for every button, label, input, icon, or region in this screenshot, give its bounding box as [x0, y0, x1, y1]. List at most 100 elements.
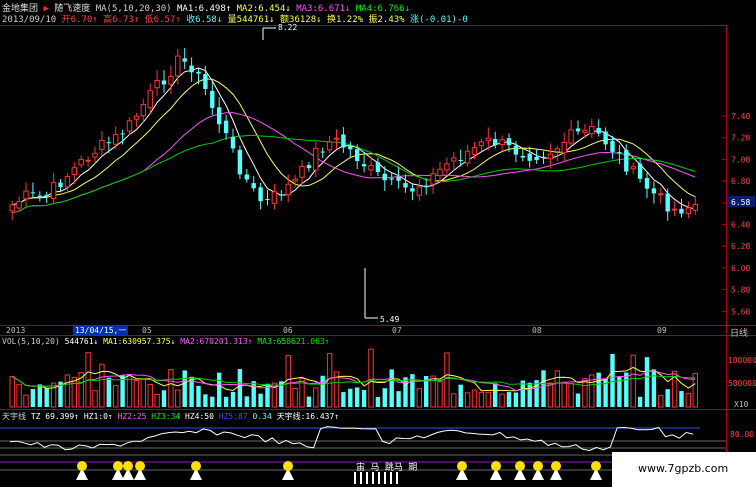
volume-bar [154, 393, 160, 408]
candle-body [258, 187, 263, 202]
candle-body [665, 193, 670, 212]
volume-bar [410, 374, 415, 407]
candle-body [78, 159, 84, 166]
candle-body [671, 208, 678, 211]
candle-body [333, 137, 340, 140]
volume-bar [106, 377, 111, 407]
candle-body [223, 120, 229, 133]
indicator-axis: 80.00 [730, 430, 755, 439]
candle-body [23, 190, 29, 200]
candle-body [50, 182, 57, 200]
candle-body [637, 163, 643, 179]
candle-body [85, 159, 91, 162]
candle-body [375, 162, 381, 172]
volume-bar [244, 396, 249, 407]
volume-bar [382, 388, 387, 407]
signal-bubble [591, 461, 601, 471]
price-axis-label: 7.20 [731, 134, 750, 143]
candle-body [99, 139, 105, 150]
candle-body [133, 115, 140, 120]
volume-bar [133, 379, 140, 408]
volume-bar [499, 393, 505, 408]
volume-bar [44, 388, 49, 407]
current-price-tag: 6.58 [727, 196, 755, 207]
volume-bar [506, 392, 512, 407]
volume-header: VOL(5,10,20) 544761↓ MA1:630957.375↓ MA2… [2, 337, 330, 346]
candle-body [464, 150, 471, 164]
candle-body [320, 151, 325, 153]
candle-body [341, 134, 346, 148]
candle-body [610, 140, 615, 152]
candle-body [175, 55, 181, 77]
watermark-text: www.7gpzb.com [638, 462, 729, 475]
selected-date[interactable]: 13/04/15,一 [73, 326, 129, 335]
volume-bar [547, 382, 554, 408]
candle-body [230, 136, 236, 149]
candle-body [389, 178, 394, 180]
volume-bar [464, 392, 471, 408]
volume-bar [182, 370, 187, 407]
signal-bar [378, 472, 380, 484]
volume-bar [92, 390, 98, 408]
volume-bar [306, 396, 312, 407]
candle-body [251, 183, 256, 189]
candle-body [306, 165, 312, 169]
candle-body [596, 127, 601, 134]
volume-bar [513, 392, 519, 407]
candle-body [644, 178, 650, 189]
timeline-bar[interactable]: 2013 13/04/15,一 05 06 07 08 09 [0, 326, 726, 335]
volume-bar [16, 383, 22, 408]
indicator-hz4: HZ4:50 [185, 412, 214, 421]
volume-bar [582, 378, 588, 408]
signal-bubble [283, 461, 293, 471]
indicator-header: 天宇线 TZ 69.399↑ HZ1:0↑ HZ2:25 HZ3:34 HZ4:… [2, 411, 339, 422]
candle-body [120, 133, 125, 135]
volume-bar [203, 394, 208, 407]
candle-body [471, 147, 478, 155]
volume-bar [637, 396, 643, 407]
volume-bar [140, 378, 147, 408]
volume-bar [237, 369, 243, 407]
candle-body [444, 163, 450, 171]
candle-body [582, 129, 588, 133]
volume-axis-high: 100000 [728, 356, 756, 365]
volume-bar [554, 370, 560, 408]
volume-bar [30, 389, 36, 407]
candle-body [685, 207, 692, 215]
volume-bar [665, 389, 670, 407]
candle-body [403, 183, 408, 188]
candle-body [520, 155, 525, 158]
candle-body [265, 198, 270, 200]
candle-body [554, 148, 560, 152]
volume-bar [471, 389, 478, 408]
candle-body [9, 204, 15, 212]
candle-body [313, 147, 319, 171]
candles [9, 48, 698, 221]
signal-bar [372, 472, 374, 484]
candle-body [658, 193, 664, 196]
month-label: 07 [392, 326, 402, 335]
signal-bubble [191, 461, 201, 471]
volume-bar [561, 381, 567, 408]
price-axis-label: 6.00 [731, 264, 750, 273]
candle-body [168, 75, 174, 85]
volume-bar [285, 355, 291, 408]
volume-bar [444, 352, 450, 408]
period-selector[interactable]: 日线 [730, 326, 748, 339]
candle-body [326, 141, 333, 151]
volume-bar [478, 391, 485, 408]
candle-body [217, 107, 222, 125]
volume-bar [368, 348, 374, 408]
watermark-box: www.7gpzb.com [612, 452, 756, 487]
indicator-bottom-text: 宙 马 跳马 期 [356, 463, 418, 473]
volume-bar [341, 392, 346, 407]
current-price: 6.58 [731, 198, 750, 207]
volume-bar [596, 372, 601, 407]
candle-body [451, 157, 457, 162]
candle-body [237, 149, 243, 175]
candle-body [603, 131, 608, 145]
candle-body [527, 153, 532, 161]
indicator-tz: TZ 69.399↑ [30, 412, 79, 421]
candle-body [182, 58, 187, 62]
candle-body [348, 146, 353, 150]
